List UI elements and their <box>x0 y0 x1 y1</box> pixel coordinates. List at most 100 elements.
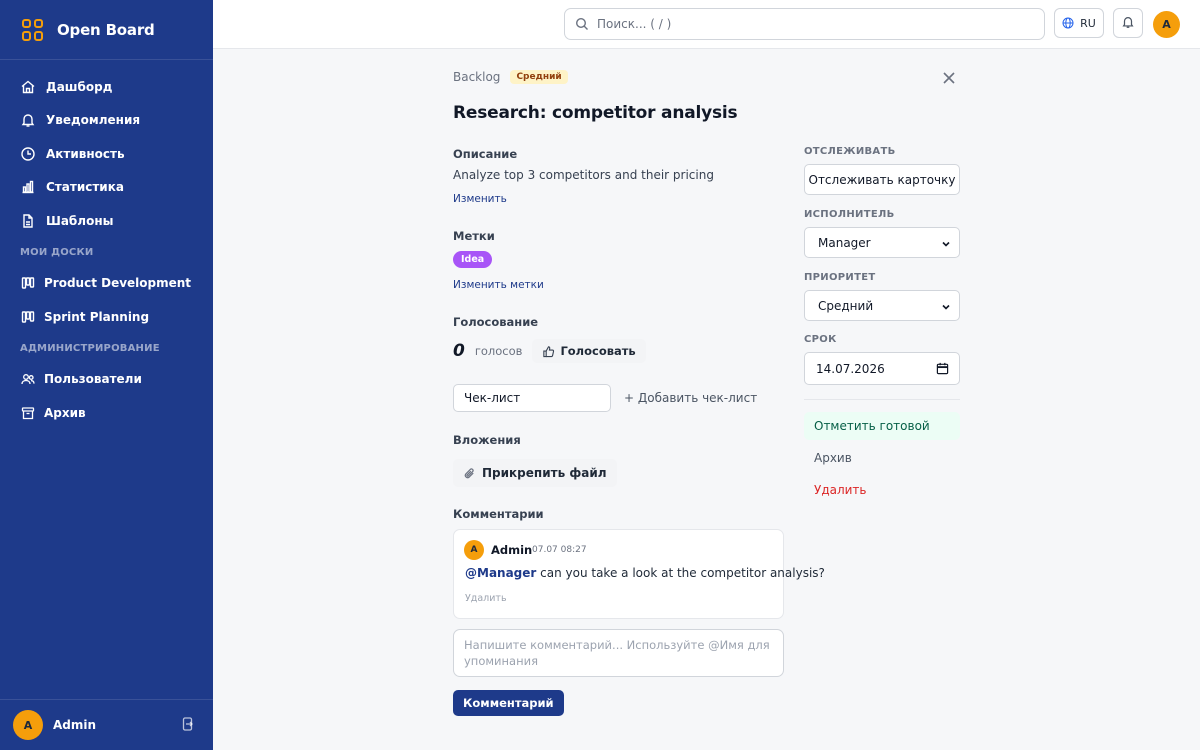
archive-icon <box>20 405 36 421</box>
sidebar-item-label: Статистика <box>46 180 124 195</box>
sidebar-item-activity[interactable]: Активность <box>0 137 213 171</box>
app-logo[interactable]: Open Board <box>0 0 213 60</box>
assignee-value: Manager <box>818 235 871 250</box>
sidebar-item-label: Шаблоны <box>46 213 114 228</box>
card-title[interactable]: Research: competitor analysis <box>453 103 738 123</box>
sidebar-nav: Дашборд Уведомления Активность Статистик… <box>0 60 213 430</box>
logo-icon <box>22 18 44 41</box>
users-icon <box>20 371 36 387</box>
add-checklist-button[interactable]: + Добавить чек-лист <box>624 391 757 405</box>
boards-section-heading: МОИ ДОСКИ <box>20 246 94 258</box>
priority-select[interactable]: Средний <box>804 290 960 321</box>
sidebar-item-label: Sprint Planning <box>44 309 150 324</box>
comments-heading: Комментарии <box>453 507 544 521</box>
language-label: RU <box>1080 16 1096 30</box>
sidebar-item-users[interactable]: Пользователи <box>0 363 213 397</box>
attach-file-label: Прикрепить файл <box>482 466 607 480</box>
card-detail: Backlog Средний Research: competitor ana… <box>213 49 1200 750</box>
checklist-title-input[interactable]: Чек-лист <box>453 384 611 412</box>
sidebar-item-statistics[interactable]: Статистика <box>0 171 213 205</box>
sidebar: Open Board Дашборд Уведомления Активност… <box>0 0 213 750</box>
delete-card-button[interactable]: Удалить <box>804 476 960 504</box>
watch-heading: ОТСЛЕЖИВАТЬ <box>804 146 896 157</box>
breadcrumb: Backlog Средний <box>453 70 568 84</box>
comment-mention[interactable]: @Manager <box>465 566 536 580</box>
card-description: Analyze top 3 competitors and their pric… <box>453 168 714 182</box>
vote-button[interactable]: Голосовать <box>532 339 646 363</box>
document-icon <box>20 213 36 229</box>
voting-row: 0 голосов Голосовать <box>453 339 646 363</box>
vote-button-label: Голосовать <box>560 344 636 358</box>
assignee-select[interactable]: Manager <box>804 227 960 258</box>
thumbs-up-icon <box>542 345 555 358</box>
globe-icon <box>1062 17 1074 29</box>
language-switcher[interactable]: RU <box>1054 8 1104 38</box>
priority-badge: Средний <box>510 70 568 84</box>
vote-count: 0 <box>453 341 465 361</box>
due-date-heading: СРОК <box>804 334 837 345</box>
sidebar-item-archive[interactable]: Архив <box>0 396 213 430</box>
sidebar-item-product-development[interactable]: Product Development <box>0 267 213 301</box>
votes-label: голосов <box>474 344 523 358</box>
user-name: Admin <box>53 718 97 732</box>
sidebar-item-label: Уведомления <box>46 113 141 128</box>
sidebar-user: A Admin <box>0 699 213 750</box>
logout-icon[interactable] <box>181 716 197 734</box>
add-comment-button[interactable]: Комментарий <box>453 690 564 716</box>
topbar: Поиск... ( / ) RU A <box>213 0 1200 49</box>
chevron-down-icon <box>941 301 951 311</box>
delete-comment-link[interactable]: Удалить <box>465 593 507 604</box>
avatar: A <box>464 540 484 560</box>
label-tag[interactable]: Idea <box>453 251 493 268</box>
home-icon <box>20 79 36 95</box>
edit-description-link[interactable]: Изменить <box>453 193 507 205</box>
notifications-button[interactable] <box>1113 8 1143 38</box>
comment-textarea[interactable]: Напишите комментарий... Используйте @Имя… <box>453 629 784 677</box>
search-placeholder: Поиск... ( / ) <box>597 17 672 31</box>
comment-text: @Manager can you take a look at the comp… <box>465 566 825 580</box>
sidebar-item-templates[interactable]: Шаблоны <box>0 204 213 238</box>
clock-icon <box>20 146 36 162</box>
avatar[interactable]: A <box>13 710 43 740</box>
comment-author: Admin <box>491 543 533 557</box>
edit-labels-link[interactable]: Изменить метки <box>453 279 544 291</box>
comment-item: A Admin 07.07 08:27 @Manager can you tak… <box>453 529 825 619</box>
board-icon <box>20 275 36 291</box>
close-icon[interactable] <box>941 70 959 88</box>
comment-timestamp: 07.07 08:27 <box>532 545 587 555</box>
sidebar-item-label: Активность <box>46 146 125 161</box>
due-date-input[interactable]: 14.07.2026 <box>804 352 960 385</box>
voting-heading: Голосование <box>453 315 539 329</box>
chart-icon <box>20 179 36 195</box>
watch-card-button[interactable]: Отслеживать карточку <box>804 164 960 195</box>
comment-body: can you take a look at the competitor an… <box>536 566 825 580</box>
mark-done-button[interactable]: Отметить готовой <box>804 412 960 440</box>
sidebar-item-label: Пользователи <box>44 372 142 387</box>
labels-heading: Метки <box>453 229 495 243</box>
admin-section-heading: АДМИНИСТРИРОВАНИЕ <box>20 342 160 354</box>
sidebar-item-label: Product Development <box>44 276 192 291</box>
divider <box>804 399 960 400</box>
sidebar-item-notifications[interactable]: Уведомления <box>0 104 213 138</box>
search-input[interactable]: Поиск... ( / ) <box>564 8 1045 40</box>
calendar-icon <box>936 362 949 375</box>
bell-icon <box>20 112 36 128</box>
attachments-heading: Вложения <box>453 433 521 447</box>
list-name: Backlog <box>453 70 501 84</box>
board-icon <box>20 309 36 325</box>
priority-value: Средний <box>818 298 874 313</box>
sidebar-item-label: Архив <box>44 405 86 420</box>
sidebar-item-sprint-planning[interactable]: Sprint Planning <box>0 300 213 334</box>
search-icon <box>575 17 589 31</box>
attach-file-button[interactable]: Прикрепить файл <box>453 459 617 487</box>
avatar[interactable]: A <box>1153 11 1180 38</box>
sidebar-item-label: Дашборд <box>46 79 113 94</box>
app-name: Open Board <box>57 20 155 39</box>
archive-card-button[interactable]: Архив <box>804 444 960 472</box>
paperclip-icon <box>463 467 476 480</box>
priority-heading: ПРИОРИТЕТ <box>804 272 876 283</box>
due-date-value: 14.07.2026 <box>816 361 885 376</box>
description-heading: Описание <box>453 147 518 161</box>
bell-icon <box>1121 15 1135 32</box>
sidebar-item-dashboard[interactable]: Дашборд <box>0 70 213 104</box>
